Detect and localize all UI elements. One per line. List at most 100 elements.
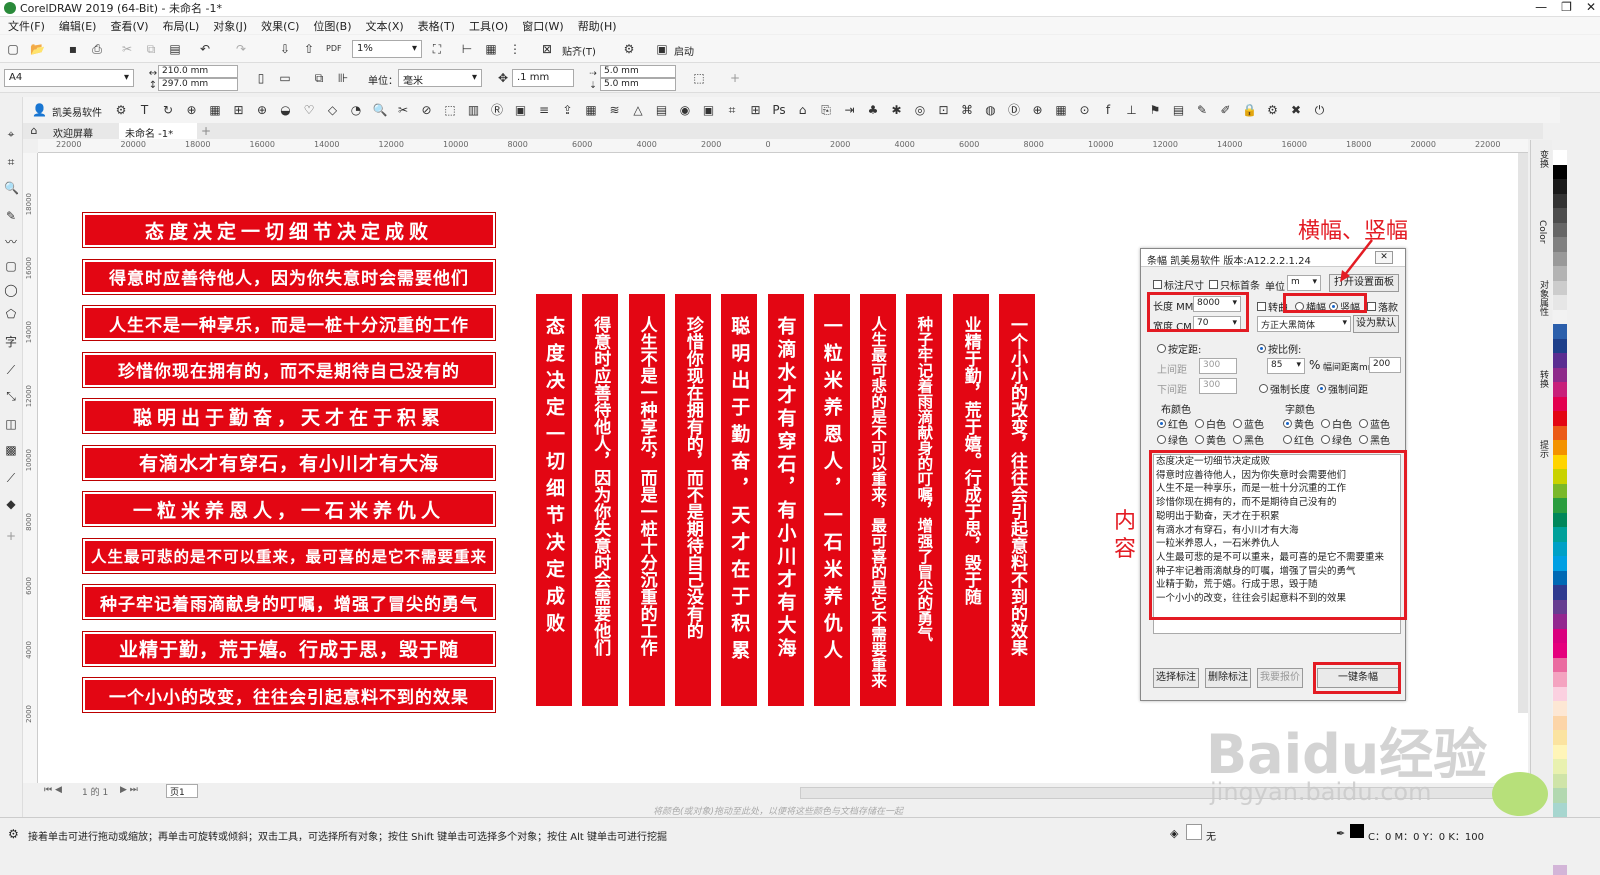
zoom-combo[interactable]: 1% ▾ [352,40,422,58]
snap-icon[interactable]: ⊠ [540,42,554,56]
plugin-tool-icon[interactable]: ◍ [984,103,998,117]
plugin-tool-icon[interactable]: ✐ [1219,103,1233,117]
mark-size-checkbox[interactable]: 标注尺寸 [1153,277,1204,292]
plugin-tool-icon[interactable]: ⇪ [561,103,575,117]
plugin-tool-icon[interactable]: ≋ [608,103,622,117]
text-tool-icon[interactable]: 字 [4,335,18,349]
horizontal-banner[interactable]: 一粒米养恩人，一石米养仇人 [83,492,495,526]
palette-swatch[interactable] [1553,194,1567,209]
banner-gap-field[interactable]: 200 [1369,357,1401,373]
zoom-tool-icon[interactable]: 🔍 [4,181,18,195]
drop-shadow-icon[interactable]: ◫ [4,417,18,431]
plugin-tool-icon[interactable]: ⊥ [1125,103,1139,117]
palette-swatch[interactable] [1553,730,1567,745]
set-default-button[interactable]: 设为默认 [1353,315,1399,333]
delete-mark-button[interactable]: 删除标注 [1205,668,1251,688]
all-pages-icon[interactable]: ⧉ [312,71,326,85]
user-icon[interactable]: 👤 [32,103,46,117]
vertical-banner[interactable]: 态度决定一切细节决定成败 [536,294,572,706]
menu-table[interactable]: 表格(T) [418,18,455,34]
force-gap-radio[interactable]: 强制间距 [1317,381,1368,396]
plugin-tool-icon[interactable]: ⊕ [1031,103,1045,117]
eyedropper-icon[interactable]: ⟋ [4,471,18,485]
menu-tools[interactable]: 工具(O) [469,18,508,34]
vertical-banner[interactable]: 得意时应善待他人，因为你失意时会需要他们 [582,294,618,706]
palette-swatch[interactable] [1553,542,1567,557]
snap-to-dropdown[interactable]: 贴齐(T) [562,43,596,58]
horizontal-banner[interactable]: 聪明出于勤奋，天才在于积累 [83,399,495,433]
palette-swatch[interactable] [1553,484,1567,499]
polygon-tool-icon[interactable]: ⬠ [4,307,18,321]
horizontal-banner[interactable]: 业精于勤，荒于嬉。行成于思，毁于随 [83,632,495,666]
plugin-tool-icon[interactable]: △ [631,103,645,117]
plugin-tool-icon[interactable]: ⊘ [420,103,434,117]
unit-combo[interactable]: 毫米▾ [398,69,482,87]
close-button[interactable]: ✕ [1586,0,1596,14]
plugin-tool-icon[interactable]: Ⓓ [1007,103,1021,117]
docker-transform-tab[interactable]: 变换 [1537,150,1550,168]
home-icon[interactable]: ⌂ [27,124,41,138]
copy-icon[interactable]: ⧉ [144,42,158,56]
vertical-banner[interactable]: 人生不是一种享乐，而是一桩十分沉重的工作 [629,294,665,706]
vertical-banner[interactable]: 一个小小的改变，往往会引起意料不到的效果 [999,294,1035,706]
horizontal-banner[interactable]: 一个小小的改变，往往会引起意料不到的效果 [83,678,495,712]
horizontal-ruler[interactable]: 2200020000180001600014000120001000080006… [38,139,1528,153]
palette-swatch[interactable] [1553,774,1567,789]
guidelines-icon[interactable]: ⋮ [508,42,522,56]
palette-swatch[interactable] [1553,513,1567,528]
plugin-tool-icon[interactable]: ⊕ [255,103,269,117]
palette-swatch[interactable] [1553,310,1567,325]
plugin-tool-icon[interactable]: ⎘ [819,103,833,117]
palette-swatch[interactable] [1553,455,1567,470]
palette-swatch[interactable] [1553,629,1567,644]
plugin-tool-icon[interactable]: ▤ [1172,103,1186,117]
grid-icon[interactable]: ▦ [484,42,498,56]
options-gear-icon[interactable]: ⚙ [622,42,636,56]
plugin-tool-icon[interactable]: ◇ [326,103,340,117]
cloth-color-black[interactable]: 黑色 [1233,432,1264,447]
menu-help[interactable]: 帮助(H) [578,18,617,34]
page-width-field[interactable]: 210.0 mm [158,65,238,78]
duplicate-y-field[interactable]: 5.0 mm [600,78,676,91]
artistic-media-icon[interactable]: 〰 [4,235,18,249]
plugin-tool-icon[interactable]: ⊕ [185,103,199,117]
palette-swatch[interactable] [1553,614,1567,629]
plugin-tool-icon[interactable]: ⌘ [960,103,974,117]
vertical-banner[interactable]: 一粒米养恩人，一石米养仇人 [814,294,850,706]
full-screen-icon[interactable]: ⛶ [430,42,444,56]
horizontal-banner[interactable]: 种子牢记着雨滴献身的叮嘱，增强了冒尖的勇气 [83,585,495,619]
docker-hints-tab[interactable]: 提示 [1537,440,1550,458]
print-icon[interactable]: ⎙ [90,42,104,56]
palette-swatch[interactable] [1553,150,1567,165]
palette-swatch[interactable] [1553,397,1567,412]
menu-file[interactable]: 文件(F) [8,18,45,34]
export-icon[interactable]: ⇧ [302,42,316,56]
horizontal-banner[interactable]: 人生最可悲的是不可以重来，最可喜的是它不需要重来 [83,539,495,573]
tab-welcome[interactable]: 欢迎屏幕 [47,123,99,139]
plugin-tool-icon[interactable]: ▦ [208,103,222,117]
unit-select[interactable]: m▾ [1287,275,1321,291]
horizontal-banner[interactable]: 得意时应善待他人，因为你失意时会需要他们 [83,260,495,294]
cloth-color-white[interactable]: 白色 [1195,416,1226,431]
page-nav-first-icon[interactable]: ⏮ ◀ [44,785,62,795]
plugin-tool-icon[interactable]: ⚙ [114,103,128,117]
plugin-tool-icon[interactable]: ⚑ [1148,103,1162,117]
paste-icon[interactable]: ▤ [168,42,182,56]
palette-swatch[interactable] [1553,281,1567,296]
plugin-tool-icon[interactable]: ⏻ [1313,103,1327,117]
palette-swatch[interactable] [1553,759,1567,774]
plugin-tool-icon[interactable]: ✎ [1195,103,1209,117]
page-size-combo[interactable]: A4▾ [4,69,134,87]
freehand-tool-icon[interactable]: ✎ [4,209,18,223]
cloth-color-yellow[interactable]: 黄色 [1195,432,1226,447]
plugin-tool-icon[interactable]: f [1101,103,1115,117]
palette-swatch[interactable] [1553,527,1567,542]
new-tab-icon[interactable]: + [199,124,213,138]
cut-icon[interactable]: ✂ [120,42,134,56]
launch-icon[interactable]: ▣ [655,42,669,56]
plugin-tool-icon[interactable]: Ⓡ [490,103,504,117]
menu-edit[interactable]: 编辑(E) [59,18,97,34]
font-select[interactable]: 方正大黑简体▾ [1257,316,1351,332]
plugin-tool-icon[interactable]: ◎ [913,103,927,117]
redo-icon[interactable]: ↷ [234,42,248,56]
